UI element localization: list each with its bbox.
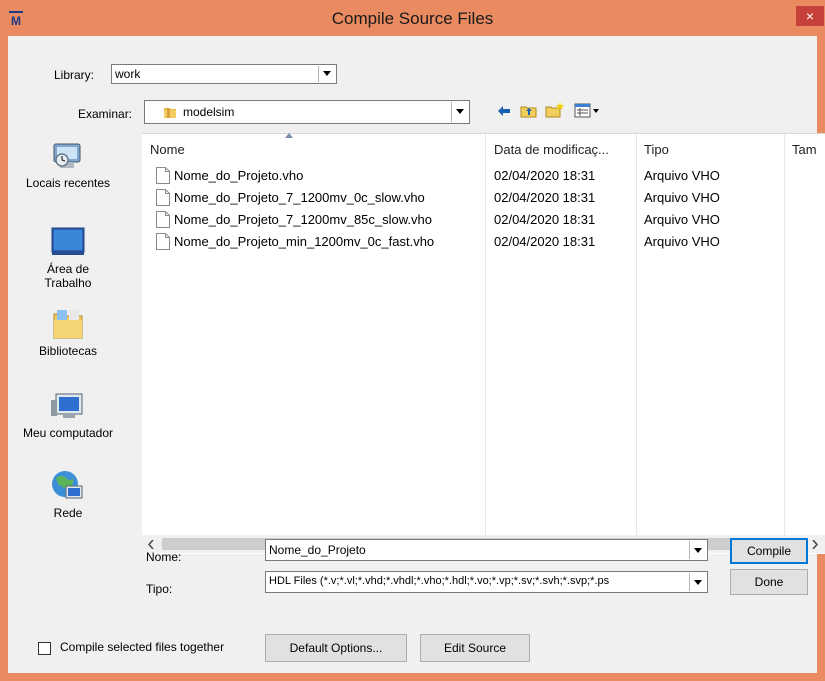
- filename-value: Nome_do_Projeto: [269, 543, 366, 557]
- nav-label: Rede: [53, 506, 83, 520]
- column-header-name[interactable]: Nome: [150, 142, 185, 157]
- view-menu-icon[interactable]: [574, 103, 602, 119]
- nav-label: Área de Trabalho: [44, 262, 92, 290]
- examinar-label: Examinar:: [78, 107, 133, 121]
- file-date: 02/04/2020 18:31: [494, 234, 596, 249]
- compile-together-checkbox[interactable]: [38, 642, 51, 655]
- nav-label: Meu computador: [22, 426, 114, 440]
- file-icon: [156, 167, 170, 184]
- file-list[interactable]: Nome Data de modificaç... Tipo Tam Nome_…: [142, 133, 825, 554]
- new-folder-icon[interactable]: [545, 101, 565, 119]
- column-header-size[interactable]: Tam: [792, 142, 825, 157]
- file-row[interactable]: Nome_do_Projeto_7_1200mv_85c_slow.vho 02…: [142, 210, 825, 230]
- filename-label: Nome:: [146, 550, 182, 564]
- library-value: work: [115, 67, 141, 81]
- title-bar[interactable]: M Compile Source Files ×: [0, 0, 825, 36]
- column-header-type[interactable]: Tipo: [644, 142, 669, 157]
- default-options-button[interactable]: Default Options...: [265, 634, 407, 662]
- library-label: Library:: [54, 68, 95, 82]
- folder-icon: [164, 108, 176, 118]
- file-type: Arquivo VHO: [644, 212, 720, 227]
- compile-button[interactable]: Compile: [730, 538, 808, 564]
- chevron-down-icon[interactable]: [689, 573, 706, 591]
- sort-ascending-icon: [285, 133, 293, 138]
- close-button[interactable]: ×: [796, 6, 824, 26]
- nav-network[interactable]: Rede: [8, 466, 128, 520]
- scroll-left-icon[interactable]: [148, 540, 154, 549]
- done-button[interactable]: Done: [730, 569, 808, 595]
- nav-libraries[interactable]: Bibliotecas: [8, 304, 128, 358]
- file-name: Nome_do_Projeto_min_1200mv_0c_fast.vho: [174, 234, 435, 249]
- file-date: 02/04/2020 18:31: [494, 212, 596, 227]
- filename-input[interactable]: Nome_do_Projeto: [265, 539, 708, 561]
- chevron-down-icon[interactable]: [451, 102, 468, 122]
- file-row[interactable]: Nome_do_Projeto_7_1200mv_0c_slow.vho 02/…: [142, 188, 825, 208]
- computer-icon: [51, 393, 83, 418]
- file-type: Arquivo VHO: [644, 190, 720, 205]
- file-type: Arquivo VHO: [644, 234, 720, 249]
- libraries-icon: [53, 310, 83, 339]
- file-icon: [156, 189, 170, 206]
- library-select[interactable]: work: [111, 64, 337, 84]
- nav-desktop[interactable]: Área de Trabalho: [8, 224, 128, 290]
- compile-together-label: Compile selected files together: [60, 640, 225, 654]
- scroll-right-icon[interactable]: [812, 540, 818, 549]
- nav-recent-places[interactable]: Locais recentes: [8, 136, 128, 190]
- nav-label: Bibliotecas: [38, 344, 98, 358]
- dialog-body: Library: work Examinar: modelsim Locais …: [8, 36, 825, 673]
- file-name: Nome_do_Projeto_7_1200mv_0c_slow.vho: [174, 190, 425, 205]
- examinar-select[interactable]: modelsim: [144, 100, 470, 124]
- edit-source-button[interactable]: Edit Source: [420, 634, 530, 662]
- file-date: 02/04/2020 18:31: [494, 190, 596, 205]
- nav-label: Locais recentes: [25, 176, 111, 190]
- recent-places-icon: [53, 143, 81, 168]
- desktop-icon: [51, 227, 85, 255]
- filetype-select[interactable]: HDL Files (*.v;*.vl;*.vhd;*.vhdl;*.vho;*…: [265, 571, 708, 593]
- filetype-label: Tipo:: [146, 582, 173, 596]
- up-folder-icon[interactable]: [520, 103, 538, 119]
- filetype-value: HDL Files (*.v;*.vl;*.vhd;*.vhdl;*.vho;*…: [269, 575, 610, 587]
- nav-computer[interactable]: Meu computador: [8, 386, 128, 440]
- chevron-down-icon[interactable]: [689, 541, 706, 559]
- file-row[interactable]: Nome_do_Projeto.vho 02/04/2020 18:31 Arq…: [142, 166, 825, 186]
- file-name: Nome_do_Projeto_7_1200mv_85c_slow.vho: [174, 212, 433, 227]
- file-icon: [156, 233, 170, 250]
- column-header-date[interactable]: Data de modificaç...: [494, 142, 609, 157]
- file-name: Nome_do_Projeto.vho: [174, 168, 304, 183]
- compile-source-files-dialog: M Compile Source Files × Library: work E…: [0, 0, 825, 681]
- file-icon: [156, 211, 170, 228]
- examinar-value: modelsim: [183, 105, 235, 119]
- file-date: 02/04/2020 18:31: [494, 168, 596, 183]
- file-row[interactable]: Nome_do_Projeto_min_1200mv_0c_fast.vho 0…: [142, 232, 825, 252]
- chevron-down-icon[interactable]: [318, 66, 335, 82]
- window-title: Compile Source Files: [331, 9, 494, 28]
- back-icon[interactable]: [496, 103, 512, 119]
- network-icon: [52, 471, 83, 499]
- file-type: Arquivo VHO: [644, 168, 720, 183]
